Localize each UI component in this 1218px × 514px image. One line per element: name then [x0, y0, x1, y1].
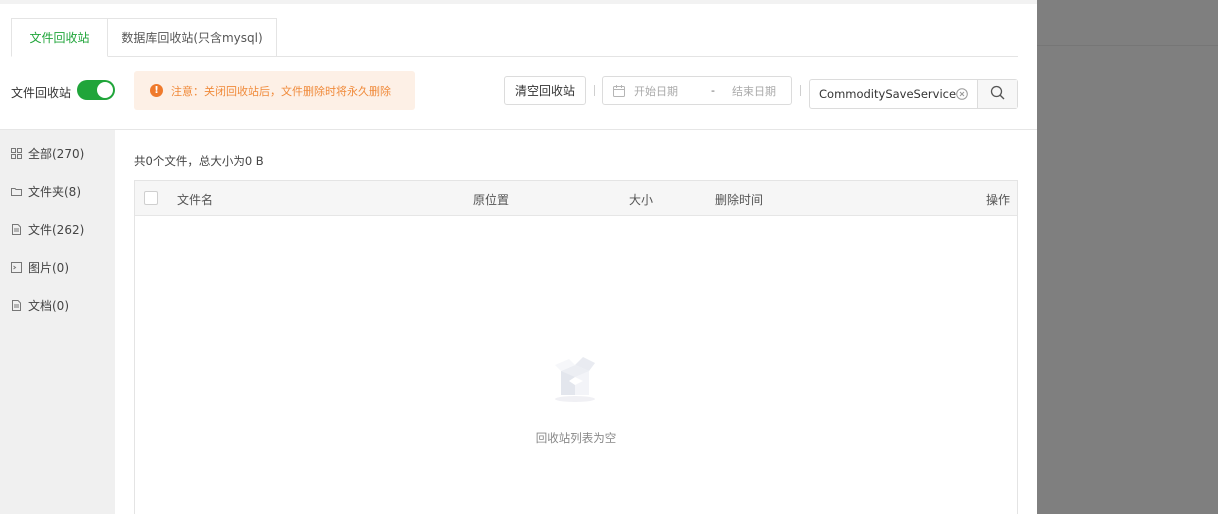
clear-recycle-bin-button[interactable]: 清空回收站: [504, 76, 586, 105]
sidebar-item-all[interactable]: 全部(270): [11, 144, 84, 162]
sidebar-item-images[interactable]: 图片(0): [11, 258, 69, 276]
backdrop-divider: [1037, 45, 1218, 46]
header-divider: [0, 129, 1037, 130]
search-box: [809, 79, 1018, 109]
modal-backdrop[interactable]: [1037, 0, 1218, 514]
table-header: 文件名 原位置 大小 删除时间 操作: [135, 181, 1017, 216]
separator: [594, 85, 595, 96]
file-icon: [11, 223, 22, 235]
image-icon: [11, 261, 22, 273]
file-summary: 共0个文件，总大小为0 B: [134, 154, 264, 168]
empty-state-text: 回收站列表为空: [535, 431, 617, 445]
clear-input-icon[interactable]: [956, 88, 968, 100]
warning-notice: ! 注意：关闭回收站后，文件删除时将永久删除: [134, 71, 415, 110]
tab-file-recycle-bin[interactable]: 文件回收站: [11, 18, 108, 57]
document-icon: [11, 299, 22, 311]
calendar-icon: [613, 84, 625, 97]
recycle-bin-table: 文件名 原位置 大小 删除时间 操作 回收站列表为空: [134, 180, 1018, 514]
empty-box-icon: [549, 351, 605, 407]
column-header-size[interactable]: 大小: [629, 191, 653, 208]
date-end-input[interactable]: 结束日期: [732, 83, 776, 99]
exclamation-icon: !: [150, 84, 163, 97]
sidebar-item-label: 图片(0): [28, 260, 69, 275]
column-header-original-location[interactable]: 原位置: [473, 191, 509, 208]
column-header-actions: 操作: [986, 193, 1011, 207]
sidebar-item-documents[interactable]: 文档(0): [11, 296, 69, 314]
grid-icon: [11, 147, 22, 159]
sidebar-item-label: 文件夹(8): [28, 184, 81, 199]
column-header-delete-time[interactable]: 删除时间: [715, 191, 763, 208]
sidebar-item-label: 文件(262): [28, 222, 85, 237]
sidebar-item-folders[interactable]: 文件夹(8): [11, 182, 81, 200]
search-button[interactable]: [977, 80, 1017, 108]
tab-bar: 文件回收站 数据库回收站(只含mysql): [11, 18, 277, 57]
search-input[interactable]: [810, 80, 978, 108]
date-separator: -: [711, 84, 715, 97]
recycle-bin-toggle-label: 文件回收站: [11, 86, 72, 100]
column-header-filename[interactable]: 文件名: [177, 191, 213, 208]
toggle-knob: [97, 82, 113, 98]
folder-icon: [11, 186, 22, 197]
search-icon: [990, 85, 1005, 103]
sidebar-item-label: 全部(270): [28, 146, 85, 161]
recycle-bin-toggle[interactable]: [77, 80, 115, 100]
sidebar-item-label: 文档(0): [28, 298, 69, 313]
tab-database-recycle-bin[interactable]: 数据库回收站(只含mysql): [107, 18, 277, 57]
tab-underline: [11, 56, 1018, 57]
separator: [800, 85, 801, 96]
date-range-picker[interactable]: 开始日期 - 结束日期: [602, 76, 792, 105]
select-all-checkbox[interactable]: [144, 191, 158, 205]
date-start-input[interactable]: 开始日期: [634, 83, 694, 99]
notice-text: 注意：关闭回收站后，文件删除时将永久删除: [171, 84, 391, 98]
sidebar-item-files[interactable]: 文件(262): [11, 220, 84, 238]
